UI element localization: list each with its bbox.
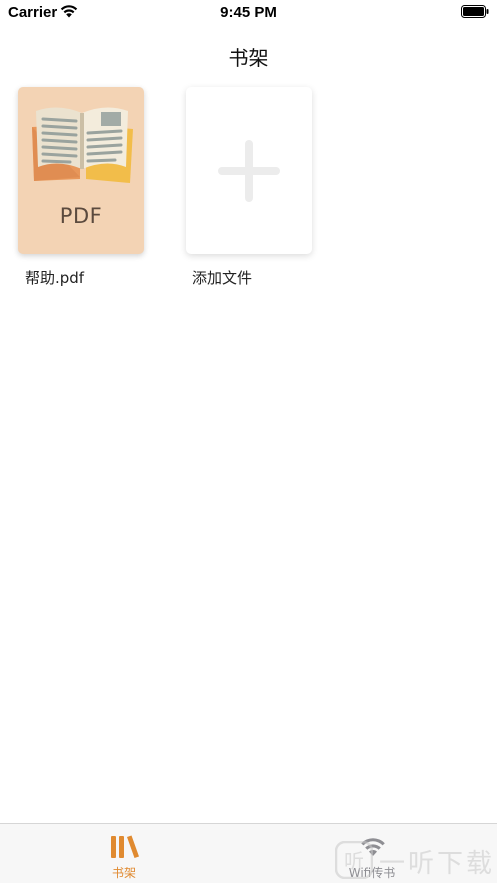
book-card-help-pdf[interactable]: PDF (18, 87, 144, 254)
battery-icon (461, 5, 489, 18)
watermark-text: 一听下载 (379, 849, 496, 879)
watermark: 听 一听下载 (335, 839, 495, 879)
clock: 9:45 PM (220, 4, 277, 21)
open-book-icon (32, 107, 133, 183)
add-file-button[interactable] (186, 87, 312, 254)
status-bar: Carrier 9:45 PM (0, 0, 497, 26)
add-file-label[interactable]: 添加文件 (192, 267, 252, 288)
tab-bookshelf[interactable]: 书架 (0, 824, 248, 883)
tab-label: 书架 (111, 866, 136, 880)
book-title[interactable]: 帮助.pdf (25, 267, 84, 288)
file-type-badge: PDF (59, 204, 103, 228)
page-title: 书架 (228, 46, 269, 70)
svg-text:听: 听 (344, 849, 364, 873)
bookshelf-icon (111, 835, 139, 858)
plus-icon (218, 140, 280, 202)
watermark-logo-icon: 听 (335, 841, 373, 879)
